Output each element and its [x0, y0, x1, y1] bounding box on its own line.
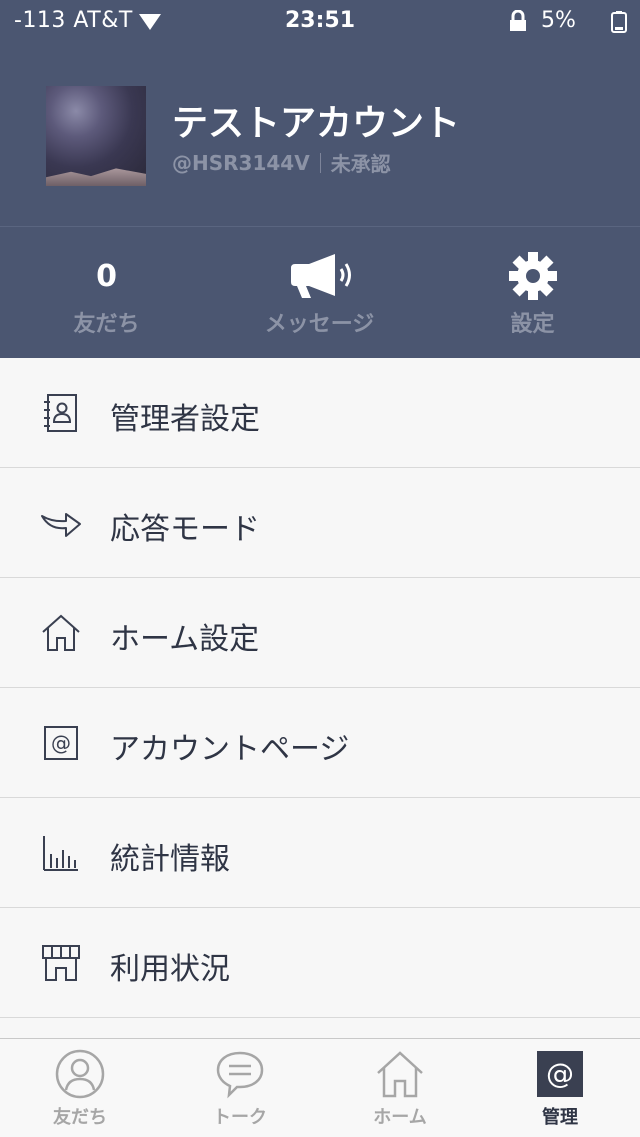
- lock-icon: [508, 9, 528, 38]
- menu-item-account-page[interactable]: @ アカウントページ: [0, 688, 640, 798]
- profile-header: -113 AT&T 23:51 5% テストアカウント @HSR3144V 未承…: [0, 0, 640, 358]
- menu-item-label: 利用状況: [110, 952, 230, 987]
- tab-friends[interactable]: 友だち: [0, 1039, 160, 1137]
- battery-percent: 5%: [541, 8, 576, 33]
- menu-item-statistics[interactable]: 統計情報: [0, 798, 640, 908]
- verification-status: 未承認: [330, 152, 391, 176]
- menu-item-usage-status[interactable]: 利用状況: [0, 908, 640, 1018]
- bar-chart-icon: [43, 836, 78, 871]
- menu-item-label: アカウントページ: [110, 732, 350, 767]
- tab-label: 管理: [542, 1107, 578, 1128]
- at-sign-icon: @: [537, 1051, 583, 1097]
- tab-label: トーク: [213, 1107, 267, 1128]
- divider: [319, 152, 321, 173]
- menu-item-home-settings[interactable]: ホーム設定: [0, 578, 640, 688]
- menu-item-label: 応答モード: [110, 512, 260, 547]
- at-sign-icon: @: [44, 726, 78, 760]
- svg-text:@: @: [51, 731, 71, 755]
- account-handle: @HSR3144V: [172, 150, 310, 175]
- menu-item-admin-settings[interactable]: 管理者設定: [0, 358, 640, 468]
- account-subline: @HSR3144V 未承認: [172, 148, 391, 177]
- settings-button[interactable]: 設定: [426, 250, 639, 338]
- tab-talk[interactable]: トーク: [160, 1039, 320, 1137]
- message-button[interactable]: メッセージ: [213, 250, 426, 338]
- menu-item-reply-mode[interactable]: 応答モード: [0, 468, 640, 578]
- storefront-icon: [42, 945, 80, 981]
- svg-text:@: @: [546, 1057, 574, 1090]
- tab-label: ホーム: [373, 1107, 427, 1128]
- friends-stat-button[interactable]: 0 友だち: [0, 250, 213, 338]
- reply-arrow-icon: [41, 513, 81, 537]
- settings-label: 設定: [510, 312, 555, 337]
- tab-bar: 友だち トーク ホーム @ 管理: [0, 1038, 640, 1137]
- chat-bubble-icon: [216, 1051, 264, 1099]
- home-icon: [42, 614, 80, 651]
- tab-label: 友だち: [53, 1107, 107, 1128]
- avatar[interactable]: [46, 86, 146, 186]
- header-divider: [0, 226, 640, 227]
- menu-item-label: ホーム設定: [110, 622, 260, 657]
- battery-icon: [611, 11, 627, 39]
- menu-item-label: 統計情報: [110, 842, 230, 877]
- tab-home[interactable]: ホーム: [320, 1039, 480, 1137]
- tab-manage[interactable]: @ 管理: [480, 1039, 640, 1137]
- menu-item-label: 管理者設定: [110, 402, 260, 437]
- person-icon: [55, 1049, 105, 1099]
- house-icon: [377, 1051, 423, 1098]
- admin-contact-icon: [44, 394, 77, 432]
- management-menu: 管理者設定 応答モード ホーム設定 @ アカウントページ 統計情報 利用状況: [0, 358, 640, 1018]
- status-bar: -113 AT&T 23:51 5%: [0, 0, 640, 40]
- message-label: メッセージ: [264, 312, 375, 337]
- megaphone-icon: [290, 254, 351, 298]
- account-name: テストアカウント: [172, 103, 461, 144]
- friends-count: 0: [96, 258, 117, 294]
- friends-label: 友だち: [73, 312, 140, 337]
- gear-icon: [508, 252, 557, 300]
